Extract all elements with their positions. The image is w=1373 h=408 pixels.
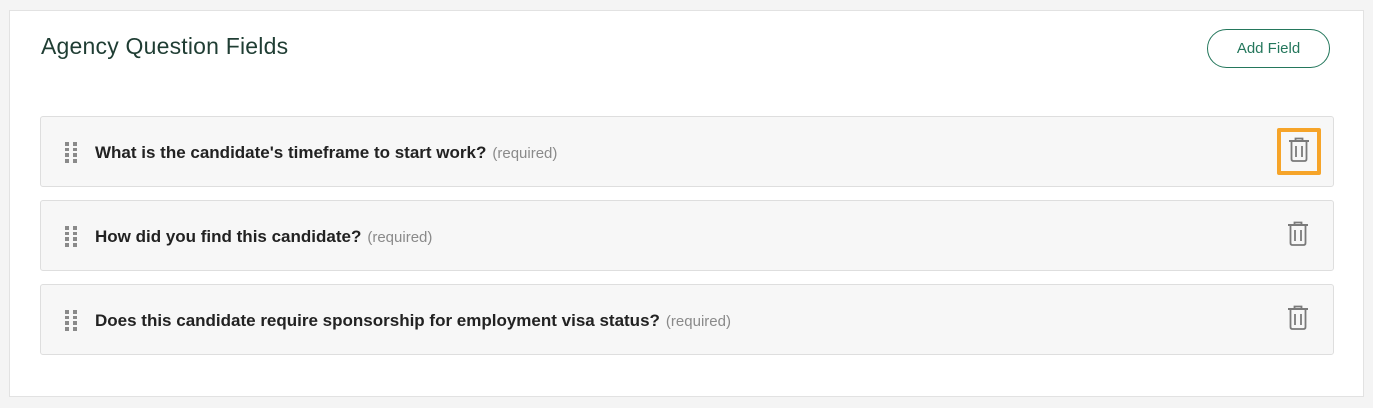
required-label: (required) xyxy=(492,145,558,162)
drag-handle-icon[interactable] xyxy=(65,226,77,247)
agency-question-fields-panel: Agency Question Fields Add Field What is… xyxy=(9,10,1364,397)
delete-field-button[interactable] xyxy=(1284,305,1311,334)
drag-handle-icon[interactable] xyxy=(65,142,77,163)
delete-field-button[interactable] xyxy=(1277,128,1321,175)
trash-icon xyxy=(1288,137,1310,167)
delete-field-button[interactable] xyxy=(1284,221,1311,250)
add-field-button[interactable]: Add Field xyxy=(1207,29,1330,68)
trash-icon xyxy=(1287,221,1309,251)
field-row: How did you find this candidate? (require… xyxy=(40,200,1334,271)
field-row: Does this candidate require sponsorship … xyxy=(40,284,1334,355)
field-question-text: Does this candidate require sponsorship … xyxy=(95,311,660,330)
page-title: Agency Question Fields xyxy=(41,33,289,59)
drag-handle-icon[interactable] xyxy=(65,310,77,331)
field-row: What is the candidate's timeframe to sta… xyxy=(40,116,1334,187)
field-question-text: What is the candidate's timeframe to sta… xyxy=(95,143,487,162)
required-label: (required) xyxy=(665,313,731,330)
field-question: What is the candidate's timeframe to sta… xyxy=(95,143,557,163)
required-label: (required) xyxy=(367,229,433,246)
field-question-text: How did you find this candidate? xyxy=(95,227,362,246)
field-question: How did you find this candidate? (require… xyxy=(95,227,432,247)
field-question: Does this candidate require sponsorship … xyxy=(95,311,731,331)
trash-icon xyxy=(1287,305,1309,335)
